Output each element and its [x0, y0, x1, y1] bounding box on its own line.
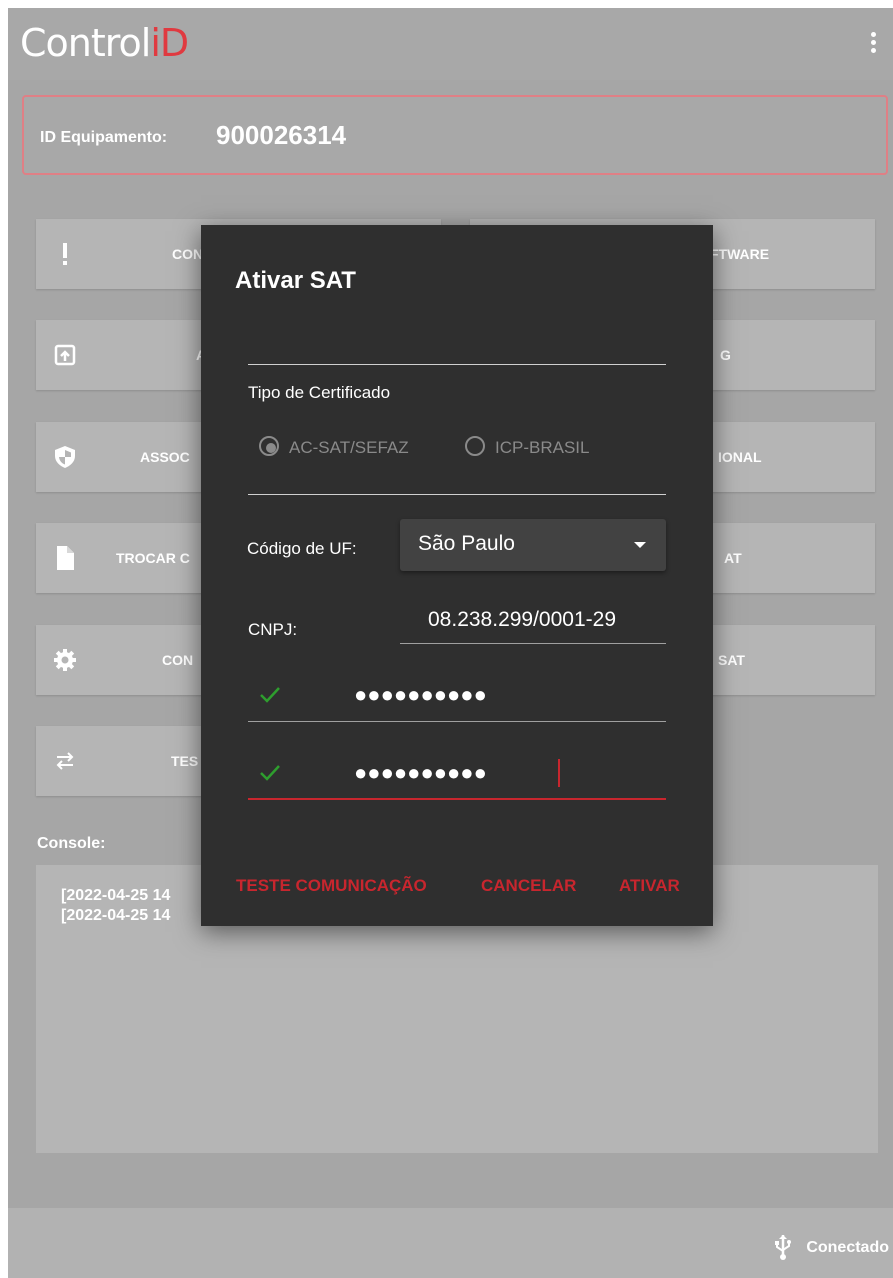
- activate-sat-dialog: Ativar SAT Tipo de Certificado AC-SAT/SE…: [201, 225, 713, 926]
- radio-unselected-icon: [465, 436, 485, 456]
- text-cursor: [558, 759, 560, 787]
- certificate-type-label: Tipo de Certificado: [248, 383, 391, 402]
- cnpj-label: CNPJ:: [248, 620, 298, 639]
- uf-select[interactable]: São Paulo: [400, 519, 666, 571]
- radio-selected-icon: [259, 436, 279, 456]
- modal-overlay: Ativar SAT Tipo de Certificado AC-SAT/SE…: [0, 0, 893, 1278]
- chevron-down-icon: [634, 542, 646, 548]
- check-icon: [260, 765, 280, 781]
- confirm-activation-code-field[interactable]: ●●●●●●●●●●: [248, 750, 666, 800]
- check-icon: [260, 687, 280, 703]
- uf-code-label: Código de UF:: [247, 539, 357, 558]
- divider: [248, 364, 666, 365]
- cnpj-input[interactable]: 08.238.299/0001-29: [400, 602, 666, 644]
- activation-code-field[interactable]: ●●●●●●●●●●: [248, 672, 666, 722]
- activate-button[interactable]: ATIVAR: [619, 876, 680, 896]
- cancel-button[interactable]: CANCELAR: [481, 876, 576, 896]
- divider: [248, 494, 666, 495]
- dialog-title: Ativar SAT: [235, 267, 356, 294]
- test-communication-button[interactable]: TESTE COMUNICAÇÃO: [236, 876, 427, 896]
- dialog-actions: TESTE COMUNICAÇÃO CANCELAR ATIVAR: [201, 876, 713, 900]
